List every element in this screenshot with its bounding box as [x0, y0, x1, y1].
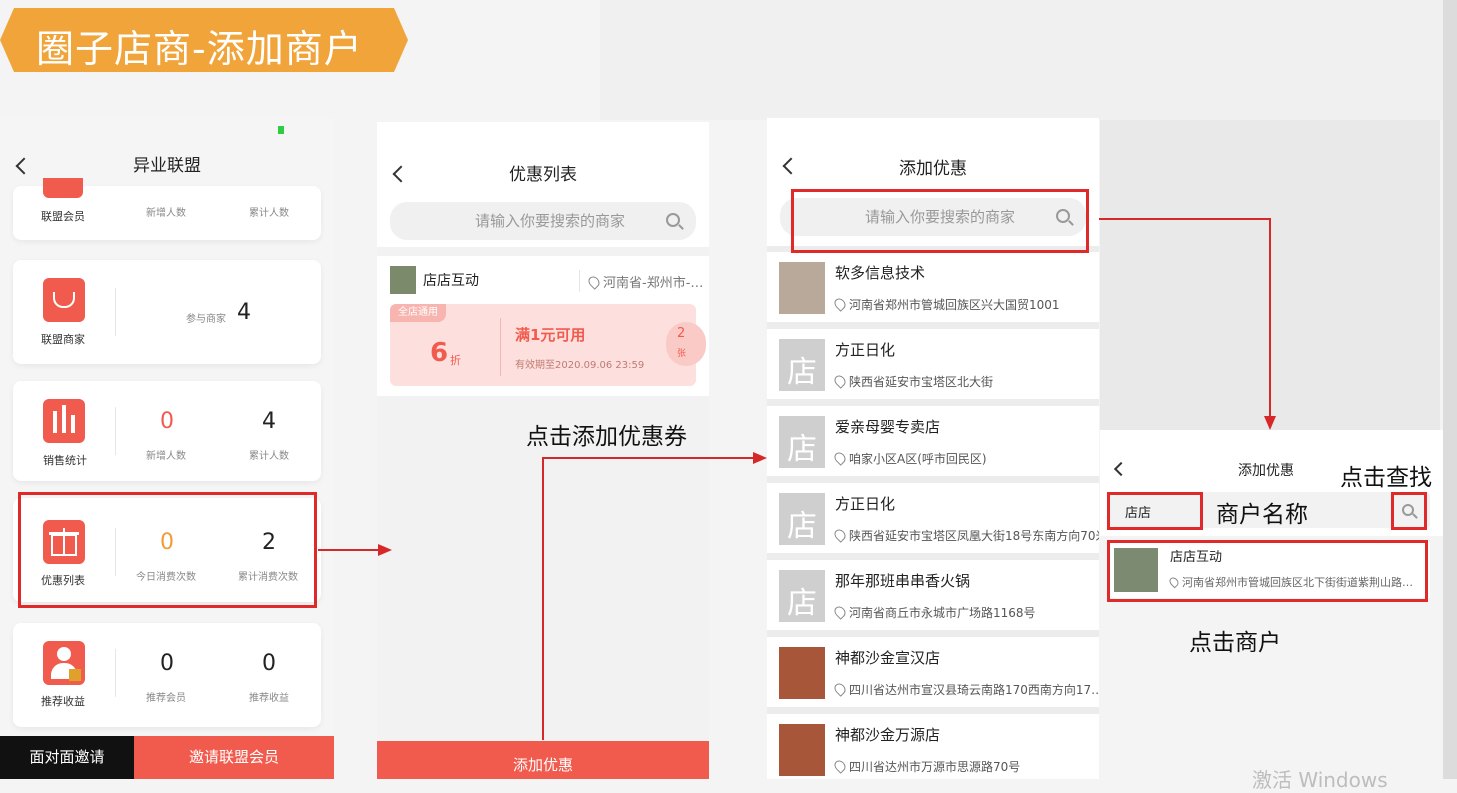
- annotation-merchant-name: 商户名称: [1216, 502, 1308, 528]
- annotation-click-merchant: 点击商户: [1189, 630, 1281, 656]
- annotation-add-coupon: 点击添加优惠券: [526, 424, 687, 450]
- annotation-arrows: [318, 218, 1276, 740]
- annotation-click-search: 点击查找: [1340, 465, 1432, 491]
